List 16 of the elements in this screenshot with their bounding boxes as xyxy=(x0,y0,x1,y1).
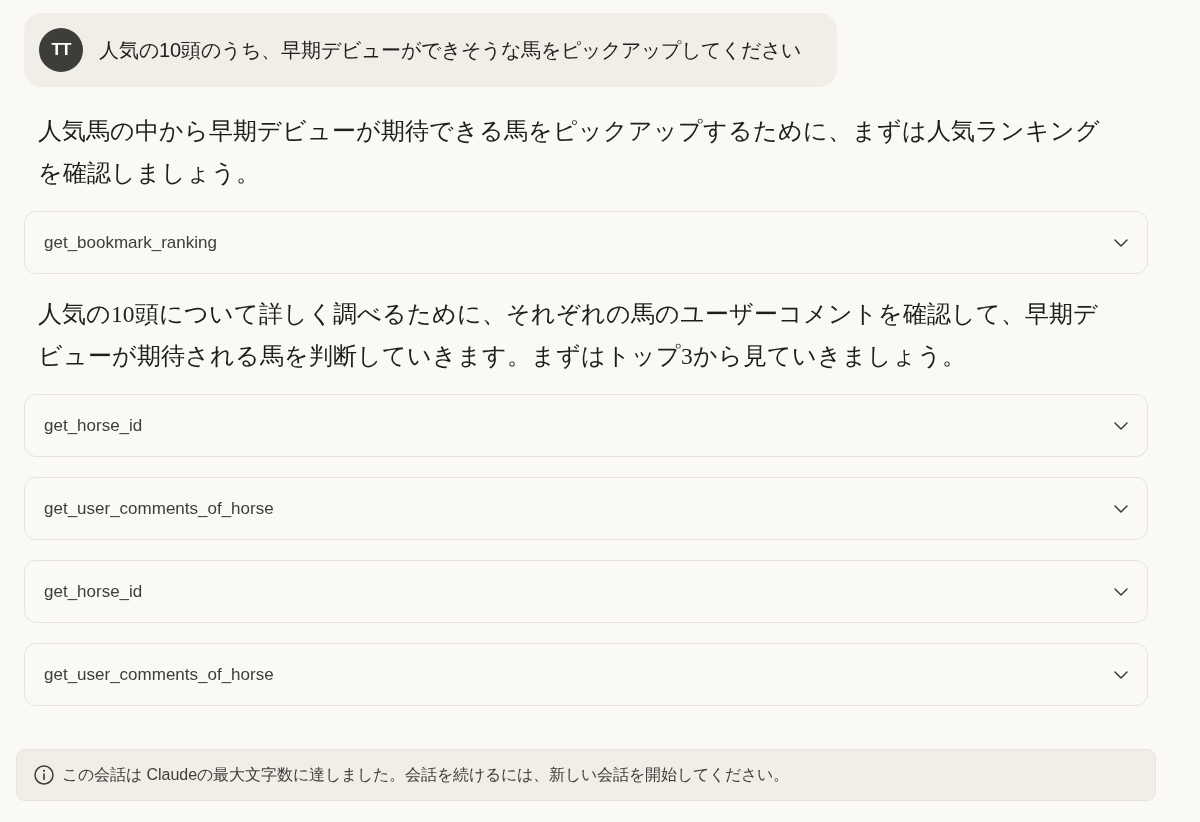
assistant-message-text: 人気の10頭について詳しく調べるために、それぞれの馬のユーザーコメントを確認して、早期デビューが期待される馬を判断していきます。まずはトップ3から見ていきましょう。 xyxy=(37,300,1099,371)
chevron-down-icon xyxy=(1114,504,1128,513)
tool-call-toggle[interactable]: get_user_comments_of_horse xyxy=(24,477,1148,540)
info-icon xyxy=(34,765,54,785)
tool-call-toggle[interactable]: get_horse_id xyxy=(24,394,1148,457)
chevron-down-icon xyxy=(1114,421,1128,430)
user-message-text: 人気の10頭のうち、早期デビューができそうな馬をピックアップしてください xyxy=(99,38,802,63)
chevron-down-icon xyxy=(1114,238,1128,247)
assistant-message-text: 人気馬の中から早期デビューが期待できる馬をピックアップするために、まずは人気ランキングを確認しましょう。 xyxy=(37,117,1101,188)
notice-text: この会話は Claudeの最大文字数に達しました。会話を続けるには、新しい会話を開始してください。 xyxy=(62,765,790,785)
chevron-down-icon xyxy=(1114,587,1128,596)
user-avatar: TT xyxy=(39,28,83,72)
tool-call-toggle[interactable]: get_user_comments_of_horse xyxy=(24,643,1148,706)
chevron-down-icon xyxy=(1114,670,1128,679)
tool-call-toggle[interactable]: get_bookmark_ranking xyxy=(24,211,1148,274)
tool-call-toggle[interactable]: get_horse_id xyxy=(24,560,1148,623)
